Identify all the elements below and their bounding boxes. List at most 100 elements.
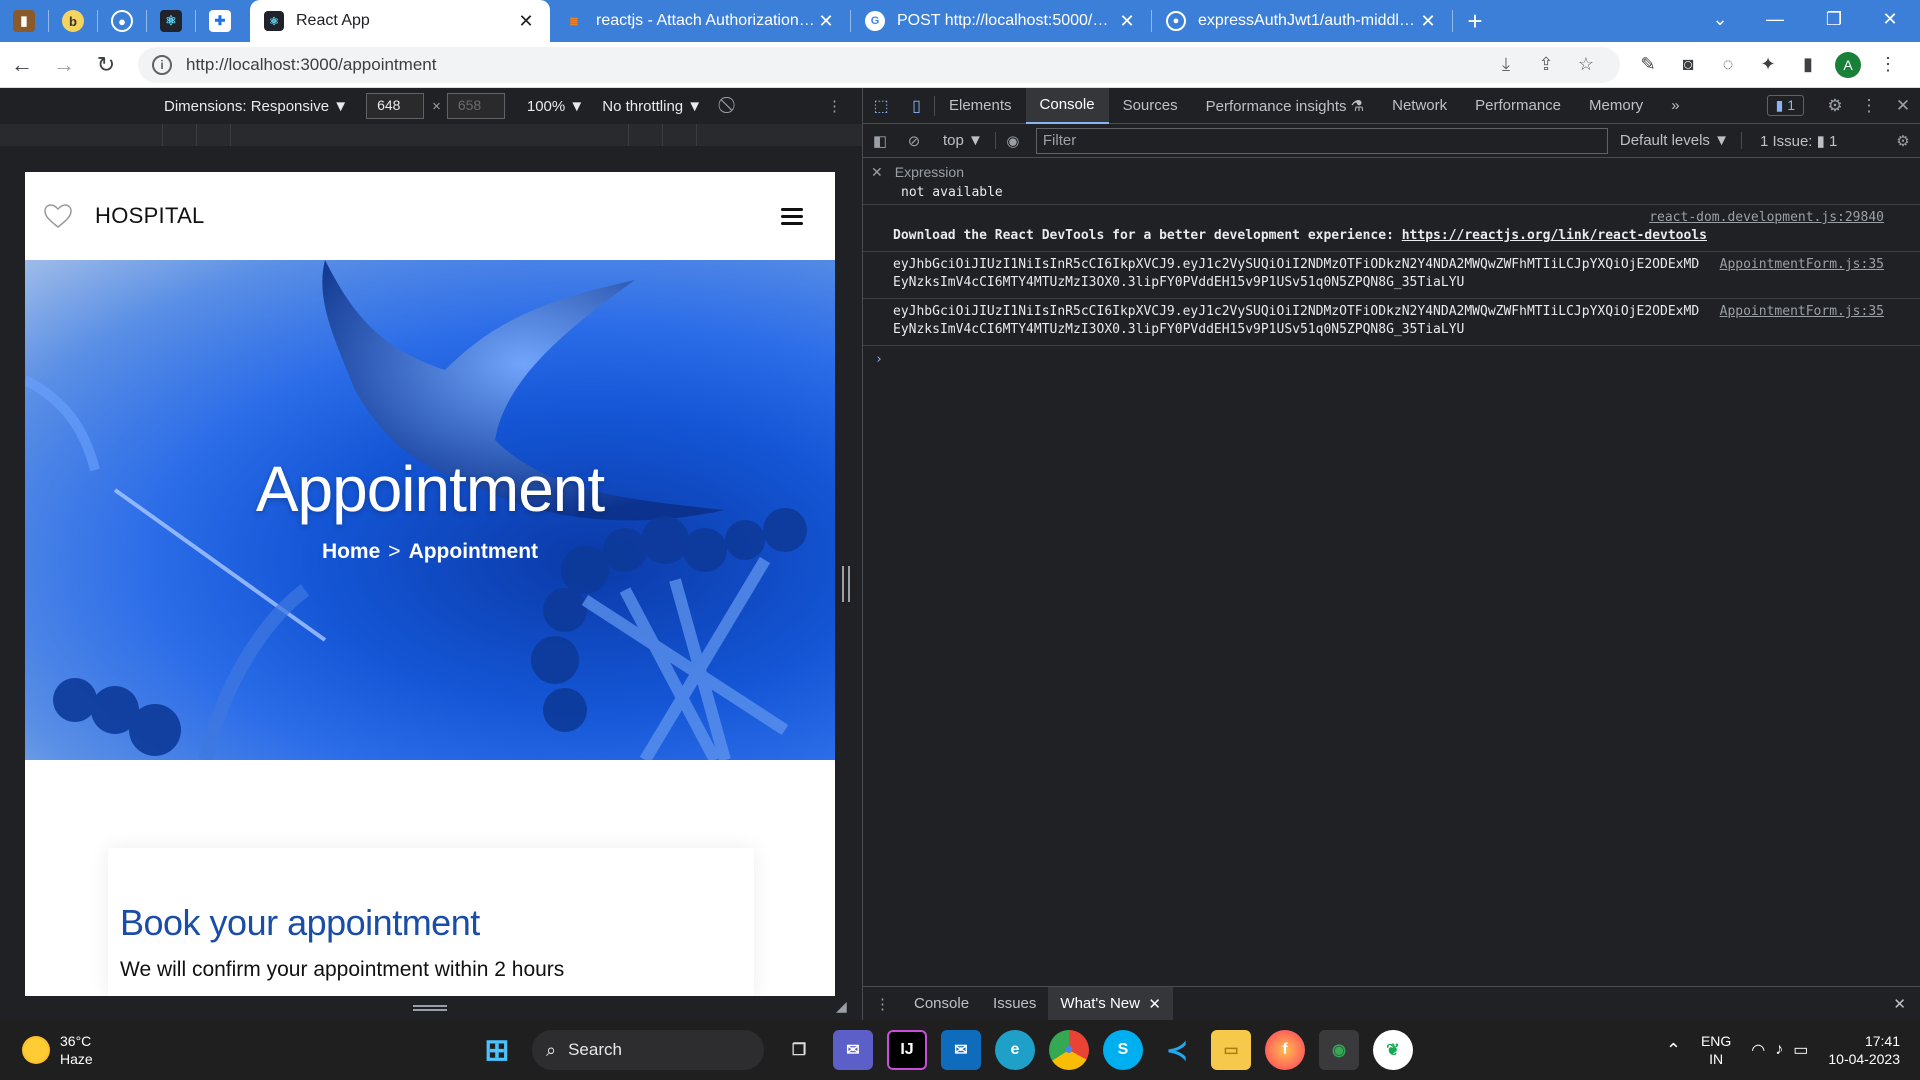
close-devtools-icon[interactable]: ✕ bbox=[1886, 96, 1920, 116]
tab-elements[interactable]: Elements bbox=[935, 88, 1026, 124]
show-hidden-icons-chevron[interactable]: ⌃ bbox=[1666, 1040, 1681, 1061]
close-window-button[interactable]: ✕ bbox=[1860, 0, 1920, 38]
weather-widget[interactable]: 36°C Haze bbox=[22, 1032, 93, 1068]
resize-corner-icon[interactable]: ◢ bbox=[836, 998, 858, 1020]
site-brand[interactable]: HOSPITAL bbox=[95, 203, 205, 229]
message-source-link[interactable]: AppointmentForm.js:35 bbox=[1720, 256, 1884, 274]
firefox-icon[interactable]: f bbox=[1265, 1030, 1305, 1070]
camera-icon[interactable]: ◙ bbox=[1668, 45, 1708, 85]
log-levels-select[interactable]: Default levels ▼ bbox=[1620, 132, 1742, 149]
tab-console[interactable]: Console bbox=[1025, 87, 1109, 124]
breadcrumb-home-link[interactable]: Home bbox=[322, 540, 380, 563]
close-tab-icon[interactable]: ✕ bbox=[1418, 11, 1438, 32]
hamburger-menu-icon[interactable] bbox=[781, 204, 803, 229]
device-toolbar-menu-icon[interactable]: ⋮ bbox=[827, 97, 842, 115]
issues-badge[interactable]: ▮ 1 bbox=[1766, 95, 1804, 116]
console-prompt[interactable]: › bbox=[863, 346, 1920, 373]
close-tab-icon[interactable]: ✕ bbox=[516, 11, 536, 32]
wifi-icon[interactable]: ◠ bbox=[1751, 1040, 1765, 1060]
language-indicator[interactable]: ENG IN bbox=[1701, 1032, 1731, 1068]
media-query-bar[interactable] bbox=[0, 124, 862, 146]
issues-counter[interactable]: 1 Issue: ▮ 1 bbox=[1752, 130, 1845, 152]
extensions-puzzle-icon[interactable]: ✦ bbox=[1748, 45, 1788, 85]
reload-button[interactable]: ↻ bbox=[86, 45, 126, 85]
close-drawer-tab-icon[interactable]: ✕ bbox=[1148, 995, 1161, 1013]
url-text[interactable]: http://localhost:3000/appointment bbox=[186, 55, 1486, 75]
context-select[interactable]: top ▼ bbox=[931, 132, 996, 149]
volume-icon[interactable]: ♪ bbox=[1775, 1041, 1783, 1059]
remove-expression-icon[interactable]: ✕ bbox=[871, 164, 883, 180]
height-input[interactable]: 658 bbox=[446, 93, 505, 119]
tab-react-app[interactable]: ⚛ React App ✕ bbox=[250, 0, 550, 42]
device-toggle-icon[interactable]: ▯ bbox=[899, 95, 935, 116]
pinned-tab[interactable]: ▮ bbox=[0, 0, 48, 42]
site-info-icon[interactable]: i bbox=[152, 54, 172, 75]
restore-button[interactable]: ❐ bbox=[1804, 0, 1864, 38]
mongodb-compass-icon[interactable]: ❦ bbox=[1373, 1030, 1413, 1070]
vscode-icon[interactable]: ≺ bbox=[1157, 1030, 1197, 1070]
bookmark-star-icon[interactable]: ☆ bbox=[1566, 54, 1606, 75]
intellij-icon[interactable]: IJ bbox=[887, 1030, 927, 1070]
drawer-tab-whats-new[interactable]: What's New ✕ bbox=[1048, 986, 1173, 1021]
tab-performance-insights[interactable]: Performance insights ⚗ bbox=[1192, 88, 1379, 124]
width-input[interactable]: 648 bbox=[366, 93, 425, 119]
close-drawer-icon[interactable]: ✕ bbox=[1893, 995, 1906, 1013]
tab-performance[interactable]: Performance bbox=[1461, 88, 1575, 124]
forward-button[interactable]: → bbox=[44, 45, 84, 85]
drawer-tab-issues[interactable]: Issues bbox=[981, 987, 1048, 1021]
tab-github-repo[interactable]: ● expressAuthJwt1/auth-middlewa ✕ bbox=[1152, 0, 1452, 42]
address-bar[interactable]: i http://localhost:3000/appointment ⤓ ⇪ … bbox=[138, 46, 1620, 83]
drawer-menu-icon[interactable]: ⋮ bbox=[863, 987, 902, 1021]
viewport-side-resize-handle[interactable] bbox=[842, 566, 850, 602]
back-button[interactable]: ← bbox=[2, 45, 42, 85]
devtools-menu-icon[interactable]: ⋮ bbox=[1852, 96, 1886, 116]
settings-gear-icon[interactable]: ⚙ bbox=[1818, 96, 1852, 116]
close-tab-icon[interactable]: ✕ bbox=[1117, 11, 1137, 32]
drawer-tab-console[interactable]: Console bbox=[902, 987, 981, 1021]
eyedropper-icon[interactable]: ✎ bbox=[1628, 45, 1668, 85]
message-source-link[interactable]: react-dom.development.js:29840 bbox=[893, 209, 1884, 227]
side-panel-icon[interactable]: ▮ bbox=[1788, 45, 1828, 85]
pinned-tab[interactable]: b bbox=[49, 0, 97, 42]
profile-avatar[interactable]: A bbox=[1828, 45, 1868, 85]
pinned-tab[interactable]: ⚛ bbox=[147, 0, 195, 42]
install-icon[interactable]: ⤓ bbox=[1486, 54, 1526, 75]
chrome-icon[interactable]: ● bbox=[1049, 1030, 1089, 1070]
file-explorer-icon[interactable]: ▭ bbox=[1211, 1030, 1251, 1070]
tab-sources[interactable]: Sources bbox=[1109, 88, 1192, 124]
taskbar-search[interactable]: ⌕ Search bbox=[532, 1030, 764, 1070]
live-expression-eye-icon[interactable]: ◉ bbox=[996, 132, 1030, 150]
windows-start-icon[interactable]: ⊞ bbox=[477, 1030, 517, 1070]
close-tab-icon[interactable]: ✕ bbox=[816, 11, 836, 32]
teams-chat-icon[interactable]: ✉ bbox=[833, 1030, 873, 1070]
extension-icon[interactable]: ◌ bbox=[1708, 45, 1748, 85]
expression-label[interactable]: Expression bbox=[895, 164, 964, 180]
skype-icon[interactable]: S bbox=[1103, 1030, 1143, 1070]
tab-memory[interactable]: Memory bbox=[1575, 88, 1657, 124]
tab-post-request[interactable]: G POST http://localhost:5000/app/ ✕ bbox=[851, 0, 1151, 42]
tab-search-icon[interactable]: ⌄ bbox=[1690, 0, 1750, 38]
edge-icon[interactable]: e bbox=[995, 1030, 1035, 1070]
more-tabs-icon[interactable]: » bbox=[1657, 88, 1693, 124]
browser-menu-icon[interactable]: ⋮ bbox=[1868, 45, 1908, 85]
clock[interactable]: 17:41 10-04-2023 bbox=[1828, 1032, 1900, 1068]
tab-stackoverflow[interactable]: ≣ reactjs - Attach Authorization he ✕ bbox=[550, 0, 850, 42]
task-view-icon[interactable]: ❐ bbox=[779, 1030, 819, 1070]
zoom-select[interactable]: 100% ▼ bbox=[527, 98, 584, 115]
mail-icon[interactable]: ✉ bbox=[941, 1030, 981, 1070]
new-tab-button[interactable]: + bbox=[1453, 0, 1497, 42]
pinned-tab[interactable]: ✚ bbox=[196, 0, 244, 42]
pinned-tab[interactable]: ● bbox=[98, 0, 146, 42]
chrome-profile-icon[interactable]: ◉ bbox=[1319, 1030, 1359, 1070]
clear-console-icon[interactable]: ⊘ bbox=[897, 132, 931, 150]
message-source-link[interactable]: AppointmentForm.js:35 bbox=[1720, 303, 1884, 321]
sidebar-toggle-icon[interactable]: ◧ bbox=[863, 132, 897, 150]
console-filter-input[interactable]: Filter bbox=[1035, 127, 1608, 154]
tab-network[interactable]: Network bbox=[1378, 88, 1461, 124]
minimize-button[interactable]: — bbox=[1745, 0, 1805, 38]
inspect-element-icon[interactable]: ⬚ bbox=[863, 96, 899, 116]
share-icon[interactable]: ⇪ bbox=[1526, 54, 1566, 75]
throttling-select[interactable]: No throttling ▼ bbox=[602, 98, 702, 115]
dimensions-select[interactable]: Dimensions: Responsive ▼ bbox=[164, 98, 348, 115]
console-settings-icon[interactable]: ⚙ bbox=[1886, 132, 1920, 150]
